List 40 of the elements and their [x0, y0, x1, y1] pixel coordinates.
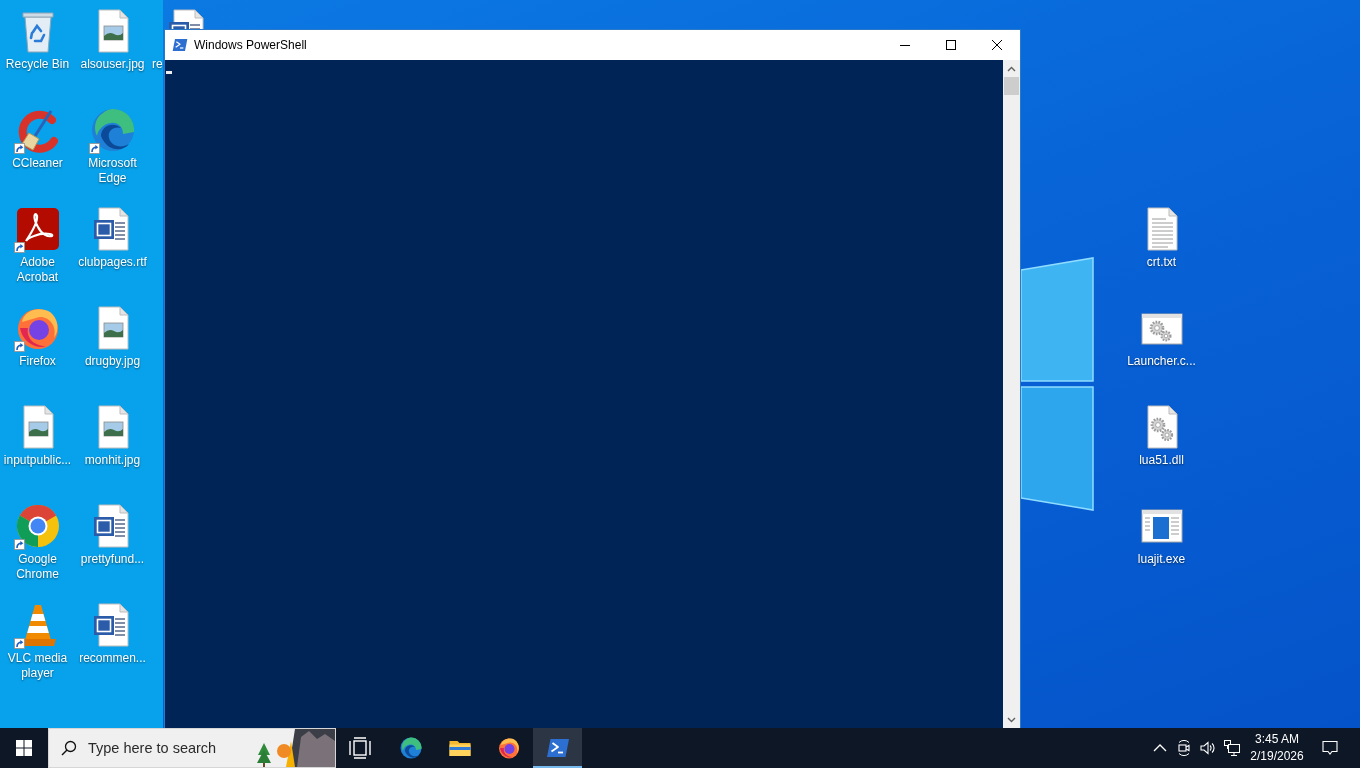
desktop-item-label[interactable]: inputpublic... — [3, 453, 72, 468]
clock-button[interactable]: 3:45 AM 2/19/2026 — [1244, 728, 1310, 768]
maximize-icon — [946, 40, 956, 50]
four-pane-logo-icon — [16, 740, 32, 756]
desktop-item-label[interactable]: monhit.jpg — [84, 453, 141, 468]
desktop-item-label[interactable]: Google Chrome — [0, 552, 75, 582]
desktop-item-label[interactable]: luajit.exe — [1137, 552, 1186, 567]
edge-browser-icon — [398, 736, 423, 760]
powershell-taskbar-button[interactable] — [533, 728, 582, 768]
camera-icon — [1176, 740, 1192, 756]
firefox-icon — [496, 736, 521, 760]
chevron-up-icon — [1007, 65, 1016, 72]
desktop-item-label[interactable]: drugby.jpg — [84, 354, 141, 369]
desktop-item-label[interactable]: VLC media player — [0, 651, 75, 681]
desktop-item-label[interactable]: crt.txt — [1146, 255, 1177, 270]
desktop-item-label[interactable]: alsouser.jpg — [80, 57, 145, 72]
window-title: Windows PowerShell — [194, 38, 307, 52]
desktop-item-label[interactable]: clubpages.rtf — [78, 255, 147, 270]
desktop-item-label[interactable]: prettyfund... — [80, 552, 145, 567]
desktop-item-label[interactable]: recommen... — [79, 651, 146, 666]
desktop-item-label[interactable]: Adobe Acrobat — [0, 255, 75, 285]
chevron-down-icon — [1007, 716, 1016, 723]
task-view-icon — [348, 736, 372, 760]
text-cursor-icon — [166, 71, 172, 74]
desktop-item-label[interactable]: Recycle Bin — [5, 57, 70, 72]
desktop-item-label[interactable]: Microsoft Edge — [75, 156, 150, 186]
desktop-item-label[interactable]: re — [150, 57, 163, 72]
scroll-thumb[interactable] — [1004, 77, 1019, 95]
desktop-item-label[interactable]: Launcher.c... — [1127, 354, 1196, 369]
desktop-item-label[interactable]: CCleaner — [12, 156, 63, 171]
terminal-prompt-icon — [172, 37, 188, 53]
network-monitor-icon — [1224, 740, 1240, 756]
speech-bubble-icon — [1322, 740, 1338, 756]
search-icon — [61, 740, 77, 756]
desktop-item-label[interactable]: Firefox — [19, 354, 56, 369]
close-icon — [992, 40, 1002, 50]
speaker-icon — [1200, 740, 1216, 756]
vertical-scrollbar[interactable] — [1003, 60, 1020, 728]
desktop-item-label[interactable]: lua51.dll — [1139, 453, 1184, 468]
terminal-prompt-icon — [545, 736, 570, 760]
